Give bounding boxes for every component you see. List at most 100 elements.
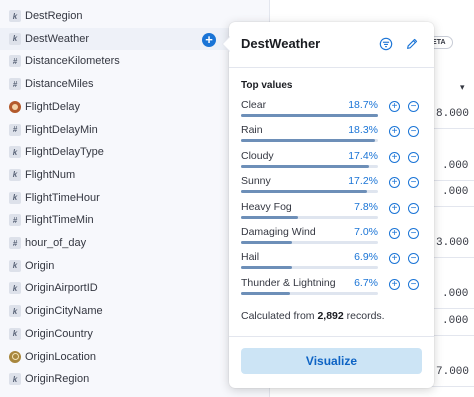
filter-for-value-icon[interactable]: + (389, 177, 400, 189)
top-value-row: Damaging Wind 7.0% + − (241, 226, 431, 250)
top-value-percent: 7.0% (354, 226, 378, 238)
top-value-row: Clear 18.7% + − (241, 99, 431, 123)
top-value-bar-fill (241, 190, 368, 194)
popover-divider (229, 67, 434, 68)
field-item-hour_of_day[interactable]: # hour_of_day (0, 232, 268, 254)
field-item-originlocation[interactable]: OriginLocation (0, 346, 268, 368)
field-name: OriginCityName (25, 305, 103, 318)
top-value-percent: 6.9% (354, 251, 378, 264)
filter-for-value-icon[interactable]: + (389, 101, 400, 112)
filter-out-value-icon[interactable]: − (408, 253, 419, 265)
field-item-flightdelaytype[interactable]: k FlightDelayType (0, 141, 268, 163)
top-value-row: Rain 18.3% + − (241, 124, 431, 148)
keyword-type-icon: k (9, 10, 21, 22)
field-item-origincountry[interactable]: k OriginCountry (0, 323, 268, 345)
field-name: DistanceMiles (25, 78, 94, 91)
add-field-button[interactable]: + (202, 33, 216, 47)
column-sort-caret-icon[interactable]: ▾ (460, 82, 465, 93)
top-value-label: Damaging Wind (241, 226, 316, 238)
field-name: OriginLocation (25, 350, 96, 363)
field-item-flighttimehour[interactable]: k FlightTimeHour (0, 187, 268, 209)
top-value-bar-fill (241, 266, 292, 270)
number-type-icon: # (9, 237, 21, 249)
keyword-type-icon: k (9, 327, 21, 340)
field-item-distancekilometers[interactable]: # DistanceKilometers (0, 50, 268, 72)
top-value-percent: 6.7% (354, 276, 378, 289)
top-value-bar-fill (241, 215, 299, 219)
records-summary: Calculated from 2,892 records. (241, 310, 385, 322)
pencil-icon[interactable] (405, 37, 419, 51)
filter-for-value-icon[interactable]: + (389, 228, 400, 239)
field-name: DestWeather (25, 32, 89, 45)
top-value-bar-track (241, 266, 378, 270)
field-name: OriginAirportID (25, 282, 98, 295)
field-details-popover: DestWeather Top values Clear 18.7% + − Rain 1… (222, 22, 434, 388)
filter-out-value-icon[interactable]: − (408, 177, 419, 189)
top-value-row: Cloudy 17.4% + − (241, 150, 431, 174)
keyword-type-icon: k (9, 32, 21, 45)
filter-for-value-icon[interactable]: + (389, 253, 400, 265)
table-cell-value: .000 (442, 160, 469, 172)
field-item-flightdelaymin[interactable]: # FlightDelayMin (0, 119, 268, 141)
filter-out-value-icon[interactable]: − (408, 126, 419, 138)
field-item-destregion[interactable]: k DestRegion (0, 5, 268, 27)
filter-out-value-icon[interactable]: − (408, 278, 419, 290)
top-value-label: Hail (241, 251, 260, 264)
top-value-percent: 18.7% (348, 99, 378, 111)
records-count: 2,892 (317, 310, 344, 322)
top-values-heading: Top values (241, 80, 293, 91)
filter-for-value-icon[interactable]: + (389, 126, 400, 138)
field-item-originairportid[interactable]: k OriginAirportID (0, 277, 268, 299)
top-value-label: Rain (241, 124, 263, 137)
field-name: DistanceKilometers (25, 55, 120, 68)
keyword-type-icon: k (9, 373, 21, 386)
top-value-label: Sunny (241, 175, 271, 188)
field-item-origin[interactable]: k Origin (0, 255, 268, 277)
top-value-row: Hail 6.9% + − (241, 251, 431, 275)
filter-for-value-icon[interactable]: + (389, 151, 400, 163)
filter-icon[interactable] (379, 37, 393, 51)
top-value-label: Cloudy (241, 149, 274, 162)
top-value-bar-fill (241, 291, 291, 295)
field-name: FlightTimeHour (25, 191, 100, 204)
field-item-origincityname[interactable]: k OriginCityName (0, 300, 268, 322)
top-value-label: Thunder & Lightning (241, 276, 336, 289)
keyword-type-icon: k (9, 168, 21, 181)
keyword-type-icon: k (9, 282, 21, 295)
visualize-button[interactable]: Visualize (241, 348, 422, 374)
top-value-bar-track (241, 164, 378, 168)
filter-for-value-icon[interactable]: + (389, 202, 400, 214)
geo-point-type-icon (9, 350, 21, 363)
keyword-type-icon: k (9, 146, 21, 159)
top-value-row: Thunder & Lightning 6.7% + − (241, 277, 431, 301)
table-cell-value: .000 (442, 186, 469, 198)
top-value-bar-track (241, 190, 378, 194)
field-name: Origin (25, 259, 55, 272)
field-item-flightnum[interactable]: k FlightNum (0, 164, 268, 186)
field-name: FlightDelayType (25, 146, 104, 159)
filter-out-value-icon[interactable]: − (408, 101, 419, 112)
popover-footer-divider (229, 336, 434, 337)
table-cell-value: 3.000 (436, 237, 470, 249)
top-value-percent: 18.3% (348, 124, 378, 137)
field-name: DestRegion (25, 10, 83, 22)
filter-for-value-icon[interactable]: + (389, 278, 400, 290)
top-value-bar-track (241, 139, 378, 143)
field-name: OriginRegion (25, 373, 90, 386)
filter-out-value-icon[interactable]: − (408, 151, 419, 163)
field-name: hour_of_day (25, 237, 87, 249)
field-name: FlightDelayMin (25, 123, 98, 136)
top-value-bar-fill (241, 114, 378, 117)
field-item-flightdelay[interactable]: FlightDelay (0, 96, 268, 118)
top-value-bar-track (241, 114, 378, 117)
field-item-originregion[interactable]: k OriginRegion (0, 368, 268, 390)
filter-out-value-icon[interactable]: − (408, 228, 419, 239)
top-value-percent: 7.8% (354, 200, 378, 213)
top-value-bar-fill (241, 139, 376, 143)
field-item-flighttimemin[interactable]: # FlightTimeMin (0, 209, 268, 231)
field-item-distancemiles[interactable]: # DistanceMiles (0, 73, 268, 95)
filter-out-value-icon[interactable]: − (408, 202, 419, 214)
top-value-label: Clear (241, 99, 267, 111)
field-name: FlightNum (25, 168, 76, 181)
number-type-icon: # (9, 214, 21, 227)
